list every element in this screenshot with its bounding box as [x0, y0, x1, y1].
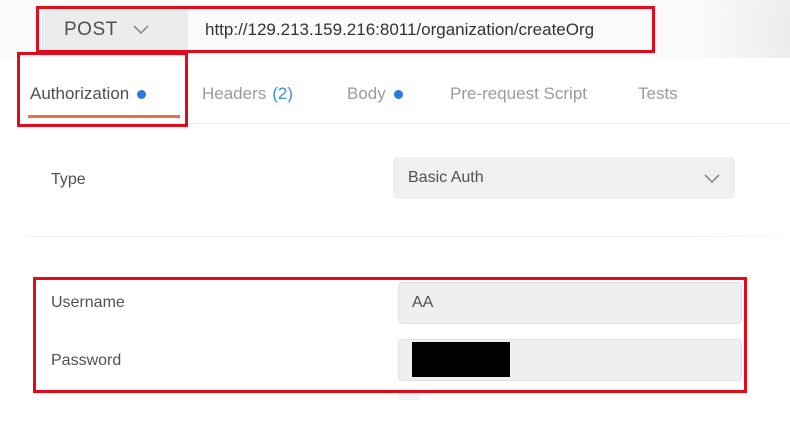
username-value: AA — [412, 294, 434, 311]
section-divider — [28, 236, 780, 237]
url-input[interactable]: http://129.213.159.216:8011/organization… — [190, 10, 790, 50]
method-dropdown[interactable]: POST — [42, 10, 188, 50]
tab-body-label: Body — [347, 84, 386, 103]
tab-modified-dot — [137, 89, 147, 99]
tab-authorization-label: Authorization — [30, 84, 130, 103]
username-label: Username — [51, 294, 125, 311]
faint-mark — [398, 392, 420, 400]
tab-pre-request-script-label: Pre-request Script — [450, 84, 587, 103]
username-input[interactable]: AA — [398, 282, 742, 324]
request-tabs: Authorization Headers (2) Body Pre-reque… — [0, 58, 790, 124]
tab-tests[interactable]: Tests — [638, 84, 678, 104]
tab-headers[interactable]: Headers (2) — [202, 84, 293, 104]
request-bar: POST http://129.213.159.216:8011/organiz… — [0, 0, 790, 58]
chevron-down-icon — [704, 174, 720, 184]
active-tab-underline — [28, 115, 180, 118]
auth-type-select[interactable]: Basic Auth — [393, 157, 735, 199]
password-redaction — [412, 342, 510, 377]
password-input[interactable] — [398, 339, 742, 381]
tab-pre-request-script[interactable]: Pre-request Script — [450, 84, 587, 104]
tab-tests-label: Tests — [638, 84, 678, 103]
password-label: Password — [51, 352, 122, 369]
type-label: Type — [51, 171, 86, 188]
tab-modified-dot — [393, 89, 403, 99]
tab-headers-label: Headers — [202, 84, 267, 103]
auth-type-value: Basic Auth — [408, 169, 484, 186]
chevron-down-icon — [133, 25, 149, 35]
tabs-divider — [28, 123, 790, 124]
method-label: POST — [64, 19, 118, 40]
tab-headers-count: (2) — [272, 84, 294, 103]
tab-body[interactable]: Body — [347, 84, 403, 104]
postman-request-page: POST http://129.213.159.216:8011/organiz… — [0, 0, 790, 428]
tab-authorization[interactable]: Authorization — [30, 84, 147, 104]
